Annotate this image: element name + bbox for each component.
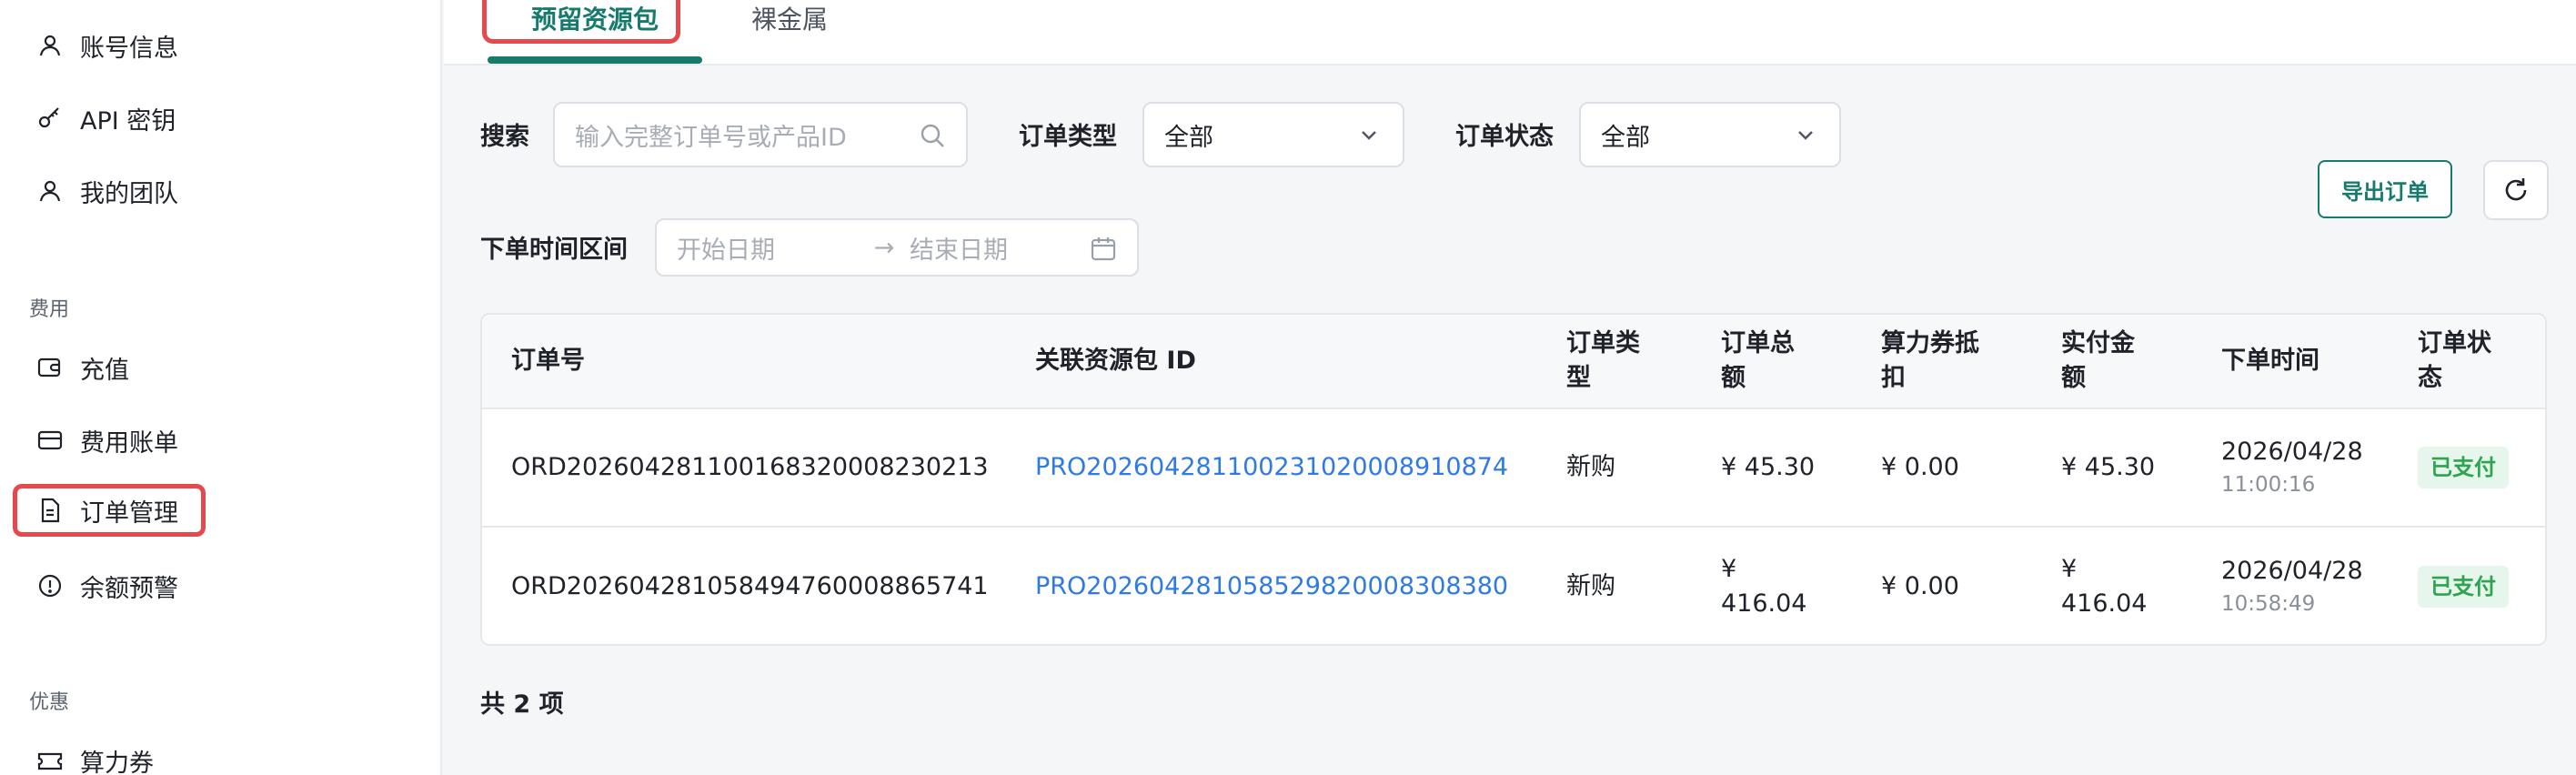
header-coupon-deduction: 算力券抵扣 xyxy=(1881,329,1979,392)
header-order-type: 订单类型 xyxy=(1566,329,1640,392)
order-total-cell: ¥ 45.30 xyxy=(1721,453,1816,481)
package-id-link[interactable]: PRO202604281100231020008910874 xyxy=(1035,409,1508,526)
header-paid-amount: 实付金额 xyxy=(2061,329,2135,392)
sidebar: 账号信息 API 密钥 我的团队 费用 充值 费用账单 订单管理 余额预警 优惠… xyxy=(0,0,442,775)
order-status-value: 全部 xyxy=(1601,123,1650,152)
header-status: 订单状态 xyxy=(2418,329,2491,392)
header-order-time: 下单时间 xyxy=(2221,347,2319,375)
status-cell: 已支付 xyxy=(2418,528,2509,644)
order-type-label: 订单类型 xyxy=(1019,123,1117,151)
search-input[interactable]: 输入完整订单号或产品ID xyxy=(553,102,968,167)
sidebar-item-label: 账号信息 xyxy=(80,34,178,63)
time-range-label: 下单时间区间 xyxy=(480,236,628,264)
status-cell: 已支付 xyxy=(2418,409,2509,526)
sidebar-item-label: API 密钥 xyxy=(80,106,176,136)
order-type-select[interactable]: 全部 xyxy=(1142,102,1404,167)
sidebar-item-label: 充值 xyxy=(80,356,129,385)
status-badge: 已支付 xyxy=(2418,447,2509,488)
orders-table: 订单号 关联资源包 ID 订单类型 订单总额 算力券抵扣 实付金额 下单时间 订… xyxy=(480,313,2547,646)
sidebar-item-label: 余额预警 xyxy=(80,574,178,603)
order-status-select[interactable]: 全部 xyxy=(1579,102,1841,167)
user-icon xyxy=(36,32,64,59)
range-arrow: → xyxy=(873,233,895,262)
tab-label: 预留资源包 xyxy=(530,5,659,35)
header-order-total: 订单总额 xyxy=(1721,329,1795,392)
coupon-cell: ¥ 0.00 xyxy=(1881,453,1959,481)
alert-icon xyxy=(36,572,64,599)
sidebar-item-account-info[interactable]: 账号信息 xyxy=(13,20,204,71)
sidebar-item-billing[interactable]: 费用账单 xyxy=(13,415,204,466)
key-icon xyxy=(36,105,64,132)
order-type-cell: 新购 xyxy=(1566,572,1615,600)
search-icon[interactable] xyxy=(919,122,946,149)
tab-bar: 预留资源包 裸金属 xyxy=(444,0,2576,65)
table-row: ORD202604281100168320008230213 PRO202604… xyxy=(482,409,2545,528)
calendar-icon xyxy=(1091,237,1116,261)
sidebar-item-label: 费用账单 xyxy=(80,428,178,458)
chevron-down-icon xyxy=(1798,131,1813,140)
order-no-cell: ORD202604281058494760008865741 xyxy=(511,572,989,600)
tab-reserved-package[interactable]: 预留资源包 xyxy=(488,0,702,36)
search-placeholder: 输入完整订单号或产品ID xyxy=(575,123,847,152)
tab-active-underline xyxy=(488,56,702,64)
group-title-promo: 优惠 xyxy=(29,691,70,714)
chevron-down-icon xyxy=(1362,131,1376,140)
order-no-cell: ORD202604281100168320008230213 xyxy=(511,453,989,481)
wallet-icon xyxy=(36,354,64,381)
date-range-picker[interactable]: 开始日期 → 结束日期 xyxy=(655,218,1139,277)
sidebar-item-order-management[interactable]: 订单管理 xyxy=(13,484,206,537)
start-date-input[interactable]: 开始日期 xyxy=(677,230,859,266)
order-time-cell: 2026/04/28 10:58:49 xyxy=(2221,557,2363,616)
sidebar-item-label: 我的团队 xyxy=(80,179,178,208)
package-id-link[interactable]: PRO202604281058529820008308380 xyxy=(1035,528,1508,644)
search-label: 搜索 xyxy=(480,123,529,151)
sidebar-item-balance-alert[interactable]: 余额预警 xyxy=(13,560,204,611)
order-status-label: 订单状态 xyxy=(1455,123,1554,151)
sidebar-item-label: 订单管理 xyxy=(80,498,178,528)
header-order-no: 订单号 xyxy=(511,347,585,375)
document-icon xyxy=(36,497,64,524)
sidebar-item-coupon[interactable]: 算力券 xyxy=(13,735,204,775)
paid-cell: ¥416.04 xyxy=(2061,555,2148,618)
table-row: ORD202604281058494760008865741 PRO202604… xyxy=(482,528,2545,644)
status-badge: 已支付 xyxy=(2418,566,2509,608)
order-type-cell: 新购 xyxy=(1566,453,1615,481)
refresh-button[interactable] xyxy=(2483,160,2549,220)
ticket-icon xyxy=(36,747,64,774)
order-total-cell: ¥416.04 xyxy=(1721,555,1807,618)
coupon-cell: ¥ 0.00 xyxy=(1881,572,1959,600)
export-orders-button[interactable]: 导出订单 xyxy=(2318,160,2452,218)
sidebar-item-recharge[interactable]: 充值 xyxy=(13,342,204,393)
tab-label: 裸金属 xyxy=(750,5,828,35)
sidebar-item-my-team[interactable]: 我的团队 xyxy=(13,166,204,216)
header-package-id: 关联资源包 ID xyxy=(1035,347,1196,375)
order-time-cell: 2026/04/28 11:00:16 xyxy=(2221,438,2363,497)
sidebar-item-label: 算力券 xyxy=(80,749,154,775)
refresh-icon xyxy=(2505,178,2527,201)
group-title-fee: 费用 xyxy=(29,298,70,321)
card-icon xyxy=(36,427,64,454)
orders-panel: 搜索 输入完整订单号或产品ID 订单类型 全部 订单状态 全部 下单时间区间 开… xyxy=(444,65,2576,775)
export-orders-label: 导出订单 xyxy=(2341,178,2429,205)
total-count: 共 2 项 xyxy=(480,690,564,719)
tab-bare-metal[interactable]: 裸金属 xyxy=(735,0,844,36)
end-date-input[interactable]: 结束日期 xyxy=(910,230,1008,266)
table-header: 订单号 关联资源包 ID 订单类型 订单总额 算力券抵扣 实付金额 下单时间 订… xyxy=(482,315,2545,409)
main-content: 预留资源包 裸金属 搜索 输入完整订单号或产品ID 订单类型 全部 订单状态 全… xyxy=(444,0,2576,775)
order-type-value: 全部 xyxy=(1164,123,1213,152)
sidebar-item-api-key[interactable]: API 密钥 xyxy=(13,93,204,144)
team-icon xyxy=(36,177,64,205)
app-root: 账号信息 API 密钥 我的团队 费用 充值 费用账单 订单管理 余额预警 优惠… xyxy=(0,0,2576,775)
paid-cell: ¥ 45.30 xyxy=(2061,453,2156,481)
